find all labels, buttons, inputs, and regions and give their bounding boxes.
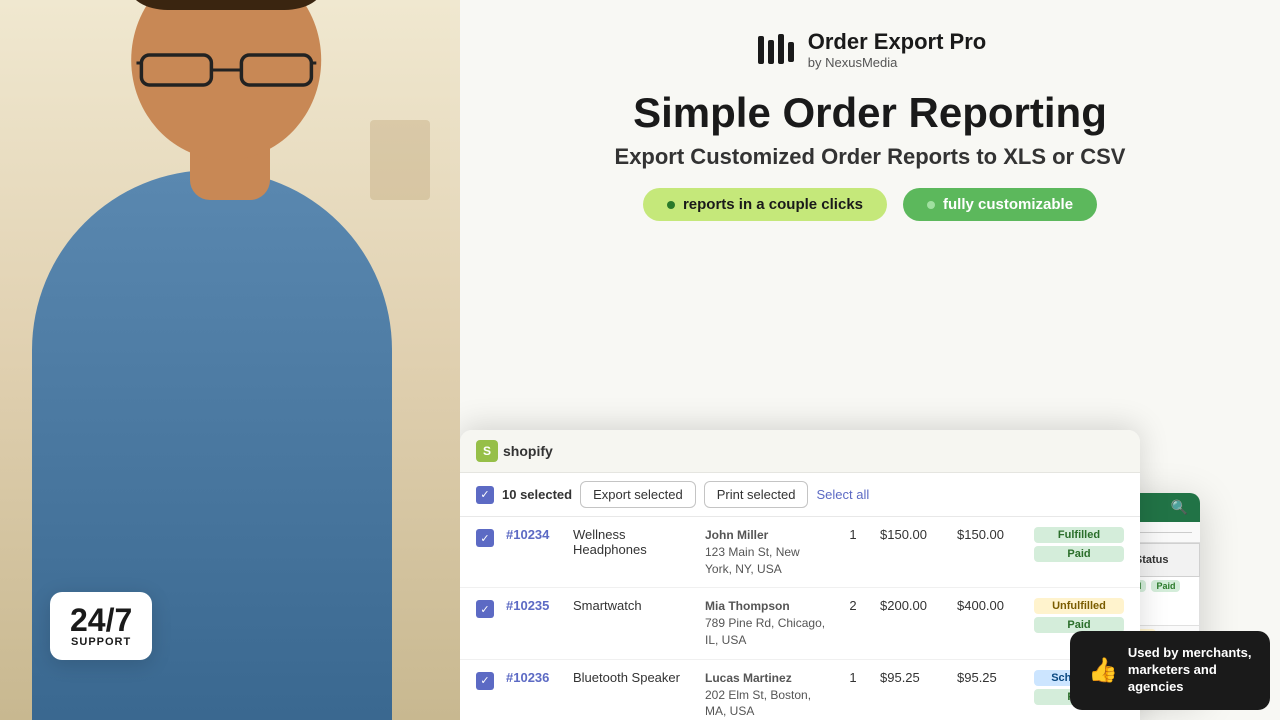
order-status-1: Unfulfilled Paid — [1034, 598, 1124, 633]
order-checkbox-1[interactable]: ✓ — [476, 600, 494, 618]
order-price-1: $200.00 — [880, 598, 945, 613]
order-item-2: Bluetooth Speaker — [573, 670, 693, 685]
support-number: 24/7 — [70, 604, 132, 636]
status-badge: Paid — [1151, 580, 1180, 592]
merchants-text: Used by merchants, marketers and agencie… — [1128, 645, 1252, 696]
order-id-1: #10235 — [506, 598, 561, 613]
order-price-0: $150.00 — [880, 527, 945, 542]
pill-customizable: fully customizable — [903, 188, 1097, 221]
print-selected-button[interactable]: Print selected — [704, 481, 809, 508]
person-glasses — [136, 45, 316, 95]
sub-title: Export Customized Order Reports to XLS o… — [500, 144, 1240, 170]
order-item-1: Smartwatch — [573, 598, 693, 613]
selected-count: 10 selected — [502, 487, 572, 502]
order-price-2: $95.25 — [880, 670, 945, 685]
pill-customizable-text: fully customizable — [943, 196, 1073, 213]
support-badge: 24/7 SUPPORT — [50, 592, 152, 660]
brand-by: by NexusMedia — [808, 55, 986, 70]
order-qty-2: 1 — [838, 670, 868, 685]
shopify-toolbar: ✓ 10 selected Export selected Print sele… — [460, 473, 1140, 517]
order-id-0: #10234 — [506, 527, 561, 542]
shopify-order-row: ✓ #10235 Smartwatch Mia Thompson789 Pine… — [460, 588, 1140, 659]
pill-reports-text: reports in a couple clicks — [683, 196, 863, 213]
order-total-1: $400.00 — [957, 598, 1022, 613]
order-id-2: #10236 — [506, 670, 561, 685]
shopify-order-row: ✓ #10236 Bluetooth Speaker Lucas Martine… — [460, 660, 1140, 720]
select-all-link[interactable]: Select all — [816, 487, 869, 502]
shopify-bag-icon: S — [476, 440, 498, 462]
order-status1-0: Fulfilled — [1034, 527, 1124, 543]
order-status1-1: Unfulfilled — [1034, 598, 1124, 614]
pill-reports: reports in a couple clicks — [643, 188, 887, 221]
order-checkbox-2[interactable]: ✓ — [476, 672, 494, 690]
person-hair — [129, 0, 324, 10]
order-addr-1: Mia Thompson789 Pine Rd, Chicago, IL, US… — [705, 598, 826, 648]
order-addr-2: Lucas Martinez202 Elm St, Boston, MA, US… — [705, 670, 826, 720]
order-status-0: Fulfilled Paid — [1034, 527, 1124, 562]
right-panel: Order Export Pro by NexusMedia Simple Or… — [460, 0, 1280, 720]
order-total-2: $95.25 — [957, 670, 1022, 685]
shopify-orders-list: ✓ #10234 Wellness Headphones John Miller… — [460, 517, 1140, 720]
select-all-checkbox[interactable]: ✓ — [476, 486, 494, 504]
merchants-badge: 👍 Used by merchants, marketers and agenc… — [1070, 631, 1270, 710]
shopify-logo: S shopify — [476, 440, 553, 462]
order-item-0: Wellness Headphones — [573, 527, 693, 557]
pill-dot-2 — [927, 201, 935, 209]
order-qty-1: 2 — [838, 598, 868, 613]
order-addr-0: John Miller123 Main St, New York, NY, US… — [705, 527, 826, 577]
pill-dot-1 — [667, 201, 675, 209]
excel-search-icon[interactable]: 🔍 — [1171, 499, 1188, 516]
wall-decoration — [370, 120, 430, 200]
order-total-0: $150.00 — [957, 527, 1022, 542]
brand-icon — [754, 28, 798, 72]
main-title: Simple Order Reporting — [500, 90, 1240, 136]
order-status2-0: Paid — [1034, 546, 1124, 562]
order-qty-0: 1 — [838, 527, 868, 542]
feature-pills: reports in a couple clicks fully customi… — [500, 188, 1240, 221]
brand-text: Order Export Pro by NexusMedia — [808, 30, 986, 69]
export-selected-button[interactable]: Export selected — [580, 481, 696, 508]
support-label: SUPPORT — [70, 636, 132, 648]
left-photo-panel: 24/7 SUPPORT — [0, 0, 460, 720]
brand-name: Order Export Pro — [808, 30, 986, 54]
shopify-panel: S shopify ✓ 10 selected Export selected … — [460, 430, 1140, 720]
shopify-logo-text: shopify — [503, 443, 553, 459]
brand-row: Order Export Pro by NexusMedia — [500, 28, 1240, 72]
shopify-header: S shopify — [460, 430, 1140, 473]
thumbs-up-icon: 👍 — [1088, 656, 1118, 685]
shopify-order-row: ✓ #10234 Wellness Headphones John Miller… — [460, 517, 1140, 588]
order-checkbox-0[interactable]: ✓ — [476, 529, 494, 547]
